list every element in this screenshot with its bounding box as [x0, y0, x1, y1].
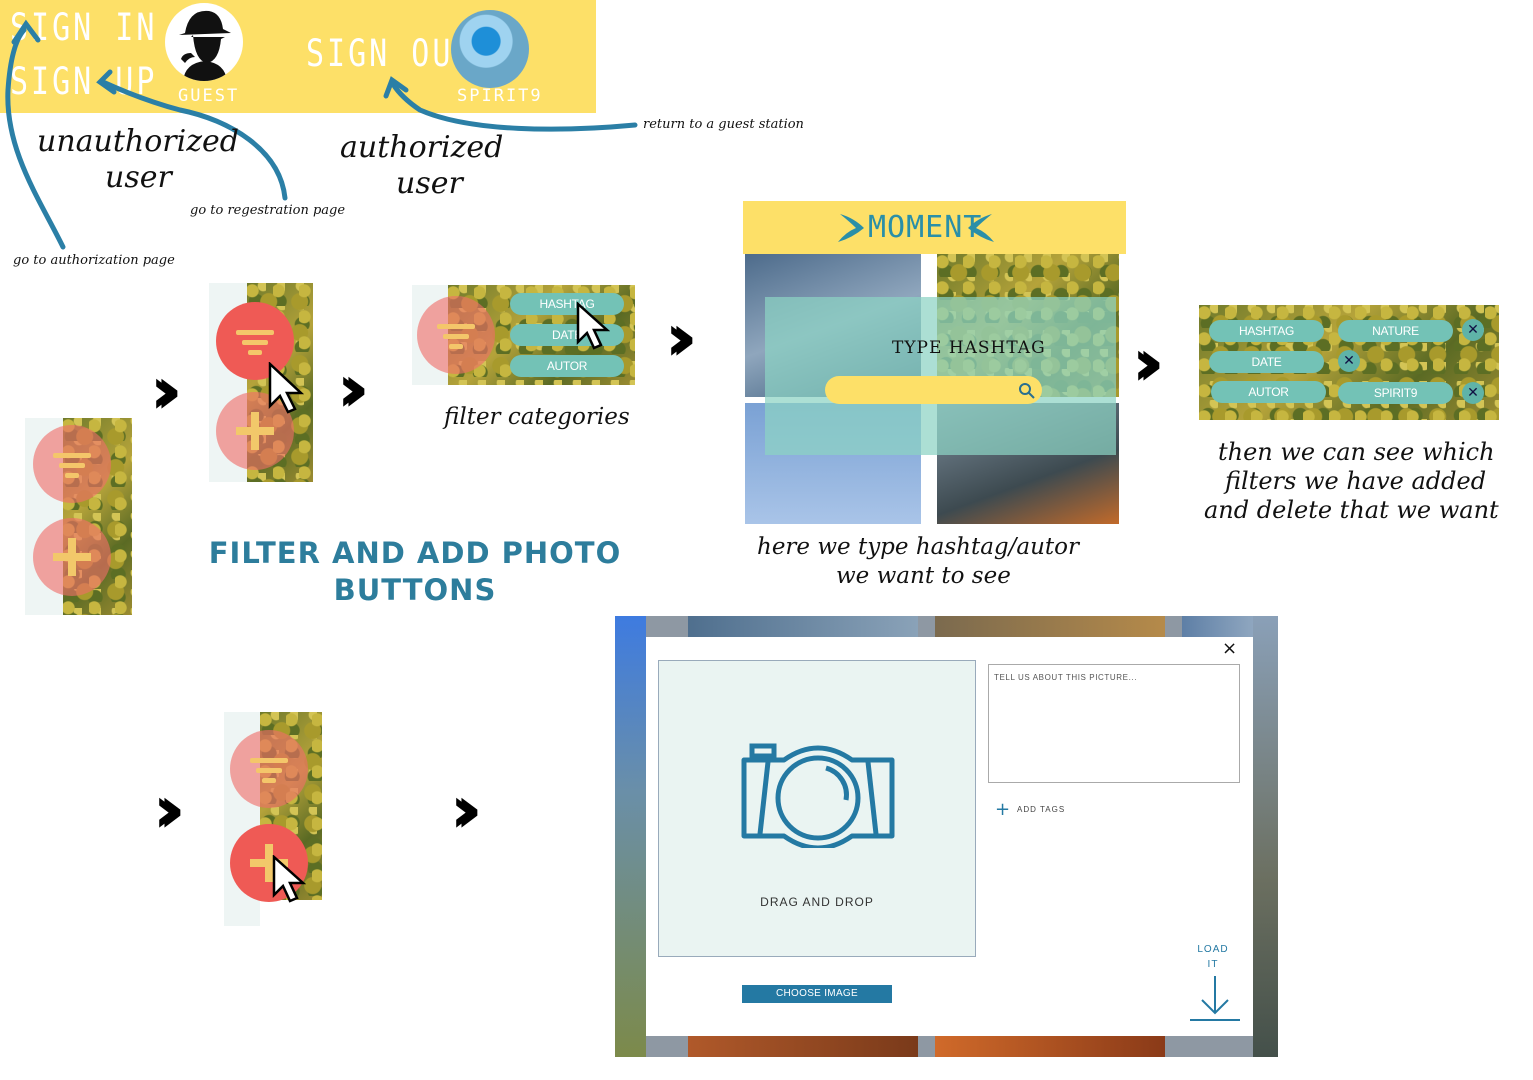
- cursor-icon: [268, 362, 304, 414]
- filter-button[interactable]: [417, 296, 495, 374]
- authorized-label-1: authorized: [340, 130, 504, 165]
- unauthorized-label-2: user: [105, 160, 172, 195]
- chevron-right-icon: ››: [665, 299, 698, 376]
- cursor-icon: [576, 302, 610, 350]
- add-tags-link[interactable]: ADD TAGS: [1017, 805, 1065, 814]
- filters-caption-1: then we can see which: [1218, 438, 1495, 466]
- active-filter-hashtag[interactable]: HASHTAG: [1209, 320, 1324, 342]
- camera-icon: [741, 743, 895, 848]
- cursor-icon: [272, 855, 306, 903]
- add-photo-button[interactable]: [33, 518, 111, 596]
- hashtag-caption-1: here we type hashtag/autor: [757, 534, 1080, 560]
- load-it-label-1: LOAD: [1197, 944, 1229, 955]
- remove-filter-icon[interactable]: ✕: [1462, 319, 1484, 341]
- unauthorized-label-1: unauthorized: [37, 124, 239, 159]
- hashtag-caption-2: we want to see: [836, 563, 1011, 589]
- filters-caption-3: and delete that we want: [1204, 496, 1499, 524]
- remove-filter-icon[interactable]: ✕: [1462, 382, 1484, 404]
- remove-filter-icon[interactable]: ✕: [1338, 350, 1360, 372]
- close-icon[interactable]: ×: [1222, 638, 1237, 659]
- splash-right-icon: [968, 214, 994, 242]
- active-filter-nature[interactable]: NATURE: [1338, 320, 1453, 342]
- note-authorization: go to authorization page: [13, 253, 175, 268]
- active-filter-autor[interactable]: AUTOR: [1211, 381, 1326, 403]
- filter-button[interactable]: [33, 425, 111, 503]
- chevron-right-icon: ››: [150, 352, 183, 429]
- search-label: TYPE HASHTAG: [892, 338, 1046, 358]
- choose-image-button[interactable]: CHOOSE IMAGE: [742, 985, 892, 1003]
- splash-left-icon: [838, 214, 864, 242]
- hashtag-search-input[interactable]: [825, 376, 1042, 404]
- filters-caption-2: filters we have added: [1225, 467, 1487, 495]
- section-title-line2: BUTTONS: [333, 573, 497, 607]
- search-icon[interactable]: [1018, 382, 1036, 400]
- chevron-right-icon: ››: [450, 771, 483, 848]
- drag-drop-label: DRAG AND DROP: [760, 895, 874, 909]
- load-it-label-2: IT: [1207, 959, 1219, 970]
- note-return-guest: return to a guest station: [643, 117, 804, 132]
- chevron-right-icon: ››: [337, 350, 370, 427]
- chevron-right-icon: ››: [153, 771, 186, 848]
- download-arrow-icon[interactable]: [1188, 974, 1242, 1024]
- add-tags-plus-icon[interactable]: +: [995, 801, 1010, 819]
- filter-categories-caption: filter categories: [444, 404, 630, 430]
- note-registration: go to regestration page: [190, 203, 346, 218]
- chevron-right-icon: ››: [1132, 324, 1165, 401]
- active-filter-date[interactable]: DATE: [1209, 351, 1324, 373]
- filter-button[interactable]: [230, 730, 308, 808]
- picture-description-textarea[interactable]: TELL US ABOUT THIS PICTURE...: [988, 664, 1240, 783]
- section-title-line1: FILTER AND ADD PHOTO: [208, 536, 622, 570]
- authorized-label-2: user: [396, 166, 463, 201]
- filter-option-autor[interactable]: AUTOR: [510, 355, 624, 377]
- active-filter-spirit9[interactable]: SPIRIT9: [1338, 382, 1453, 404]
